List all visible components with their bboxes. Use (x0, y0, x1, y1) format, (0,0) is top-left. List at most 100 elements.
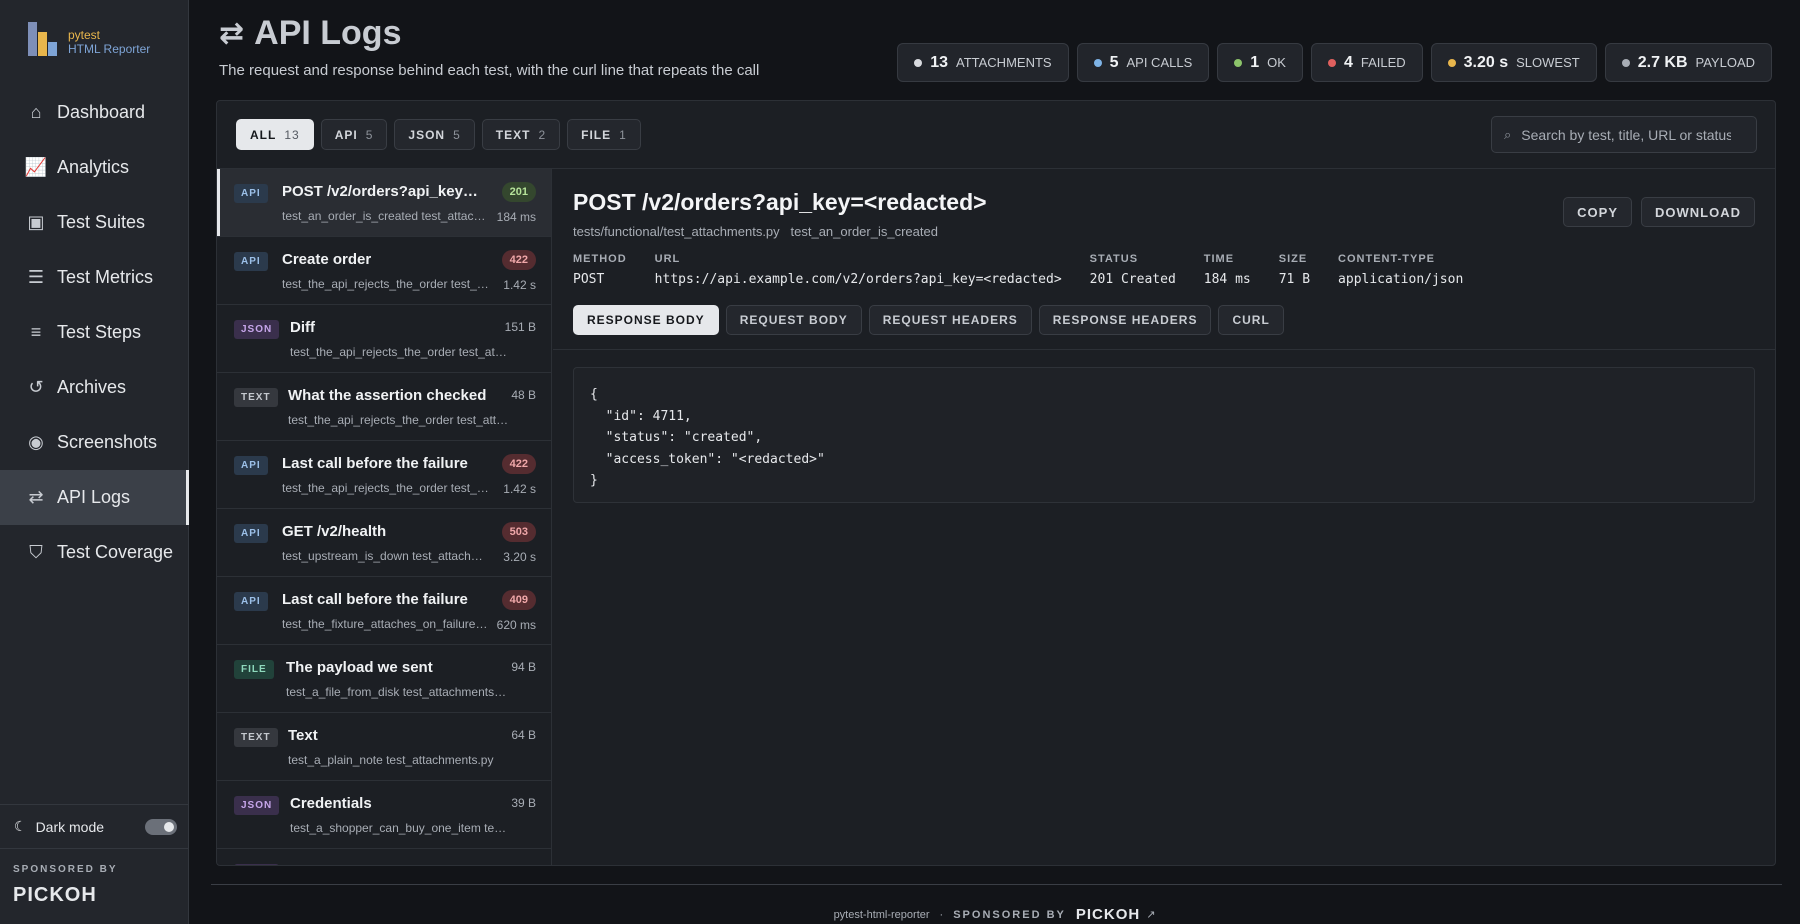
status-dot (1447, 58, 1456, 67)
brand-logo[interactable]: pytest HTML Reporter (28, 22, 150, 56)
meta-label: STATUS (1089, 253, 1139, 265)
list-item[interactable]: API GET /v2/health test_upstream_is_down t… (217, 509, 551, 577)
sidebar-item-archives[interactable]: ↺ Archives (0, 360, 189, 415)
summary-stats: 13 ATTACHMENTS 5 API CALLS 1 OK 4 FAILED 3.20 s S… (897, 43, 1772, 82)
meta-method: METHOD POST (573, 253, 627, 287)
list-item[interactable]: JSONCredentialstest_a_shopper_can_buy_on… (217, 781, 551, 849)
download-button[interactable]: DOWNLOAD (1641, 197, 1755, 227)
stat-value: 2.7 KB (1637, 53, 1688, 71)
list-item[interactable]: JSONCredentialstest_a_shopper_can_buy_on… (217, 849, 551, 865)
type-badge: TEXT (234, 728, 278, 747)
sidebar-item-label: Analytics (57, 157, 130, 177)
list-item[interactable]: TEXT What the assertion checked test_the_a… (217, 373, 551, 441)
meta-label: SIZE (1278, 253, 1308, 265)
stat-attachments: 13 ATTACHMENTS (897, 43, 1069, 82)
item-duration: 620 ms (496, 618, 536, 632)
sidebar-item-label: Archives (57, 377, 127, 397)
list-item[interactable]: API Last call before the failure test_the_… (217, 577, 551, 645)
item-size: 151 B (504, 320, 536, 334)
sidebar-item-label: Test Steps (57, 322, 142, 342)
list-item[interactable]: FILE The payload we sent test_a_file_from_… (217, 645, 551, 713)
sidebar-item-test-coverage[interactable]: ⛉ Test Coverage (0, 525, 189, 580)
status-dot (1621, 58, 1630, 67)
sidebar-item-label: Test Suites (57, 212, 146, 232)
list-item[interactable]: API Last call before the failure test_the_… (217, 441, 551, 509)
sidebar-item-api-logs[interactable]: ⇄ API Logs (0, 470, 189, 525)
filter-label: API (334, 127, 358, 142)
item-subtitle: test_an_order_is_created test_attachment… (282, 209, 489, 223)
sidebar-sponsor-logo[interactable]: PICKOH (13, 884, 97, 907)
item-duration: 3.20 s (503, 550, 536, 564)
response-body[interactable]: { "id": 4711, "status": "created", "acce… (573, 367, 1755, 503)
page-subtitle: The request and response behind each tes… (219, 62, 760, 79)
sidebar-item-test-metrics[interactable]: ☰ Test Metrics (0, 250, 189, 305)
status-code-badge: 422 (501, 454, 536, 474)
list-item[interactable]: TEXT Text test_a_plain_note test_attachmen… (217, 713, 551, 781)
external-link-icon[interactable]: ↗ (1146, 908, 1155, 921)
sidebar-item-test-steps[interactable]: ≡ Test Steps (0, 305, 189, 360)
stat-failed: 4 FAILED (1310, 43, 1423, 82)
arrows-icon: ⇄ (28, 487, 44, 507)
detail-path: tests/functional/test_attachments.py tes… (573, 224, 938, 239)
brand-name-line2: HTML Reporter (68, 42, 151, 56)
meta-label: URL (654, 253, 681, 265)
list-item[interactable]: API Create order test_the_api_rejects_the_… (217, 237, 551, 305)
sidebar-item-test-suites[interactable]: ▣ Test Suites (0, 195, 189, 250)
meta-value: application/json (1338, 272, 1464, 287)
filter-all[interactable]: ALL 13 (236, 119, 314, 150)
tab-request-headers[interactable]: REQUEST HEADERS (868, 305, 1032, 335)
tab-request-body[interactable]: REQUEST BODY (725, 305, 862, 335)
moon-icon: ☾ (14, 818, 27, 834)
stat-value: 5 (1109, 53, 1119, 71)
sidebar-item-screenshots[interactable]: ◉ Screenshots (0, 415, 189, 470)
search-icon: ⌕ (1504, 126, 1512, 142)
shield-icon: ⛉ (29, 542, 43, 562)
search-box[interactable]: ⌕ (1491, 116, 1757, 153)
status-code-badge: 422 (501, 250, 536, 270)
attachment-list: API POST /v2/orders?api_key=<redacted>tes… (217, 169, 552, 865)
item-subtitle: test_the_api_rejects_the_order test_atta… (282, 277, 489, 291)
footer-project-link[interactable]: pytest-html-reporter (834, 909, 930, 921)
detail-divider (553, 349, 1775, 350)
filter-json[interactable]: JSON 5 (394, 119, 475, 150)
filter-count: 2 (538, 127, 547, 142)
stat-value: 1 (1250, 53, 1260, 71)
status-code-badge: 201 (501, 182, 536, 202)
filter-text[interactable]: TEXT 2 (481, 119, 561, 150)
meta-value: POST (573, 272, 605, 287)
stat-api-calls: 5 API CALLS (1076, 43, 1210, 82)
tab-response-headers[interactable]: RESPONSE HEADERS (1038, 305, 1212, 335)
filter-api[interactable]: API 5 (320, 119, 388, 150)
meta-url: URL https://api.example.com/v2/orders?api… (655, 253, 1062, 287)
list-item[interactable]: API POST /v2/orders?api_key=<redacted>tes… (217, 169, 551, 237)
footer-sponsor-logo[interactable]: PICKOH (1076, 906, 1140, 923)
filter-file[interactable]: FILE 1 (567, 119, 641, 150)
home-icon: ⌂ (30, 102, 42, 122)
sidebar-sponsored-by: SPONSORED BY (13, 864, 118, 875)
item-size: 48 B (511, 388, 536, 402)
detail-pane: POST /v2/orders?api_key=<redacted> tests… (553, 169, 1775, 865)
item-size: 94 B (511, 660, 536, 674)
stat-label: API CALLS (1126, 55, 1193, 70)
list-item[interactable]: JSON Diff test_the_api_rejects_the_order t… (217, 305, 551, 373)
copy-button[interactable]: COPY (1563, 197, 1632, 227)
sidebar-item-analytics[interactable]: 📈 Analytics (0, 140, 189, 195)
status-dot (914, 58, 923, 67)
tab-curl[interactable]: CURL (1218, 305, 1284, 335)
stat-label: ATTACHMENTS (956, 55, 1052, 70)
sidebar: pytest HTML Reporter ⌂ Dashboard 📈 Analytic… (0, 0, 189, 924)
item-title: Last call before the failure (282, 455, 468, 472)
meta-status: STATUS 201 Created (1090, 253, 1176, 287)
meta-label: METHOD (573, 253, 627, 265)
dark-mode-toggle[interactable] (145, 819, 177, 835)
stat-value: 13 (930, 53, 948, 71)
search-input[interactable] (1521, 126, 1732, 143)
tab-response-body[interactable]: RESPONSE BODY (573, 305, 719, 335)
stat-value: 3.20 s (1463, 53, 1509, 71)
sidebar-item-dashboard[interactable]: ⌂ Dashboard (0, 85, 189, 140)
type-badge: JSON (234, 320, 280, 339)
status-dot (1327, 58, 1336, 67)
response-body-code: { "id": 4711, "status": "created", "acce… (590, 387, 825, 488)
briefcase-icon: ▣ (27, 212, 45, 232)
type-badge: API (234, 456, 268, 475)
